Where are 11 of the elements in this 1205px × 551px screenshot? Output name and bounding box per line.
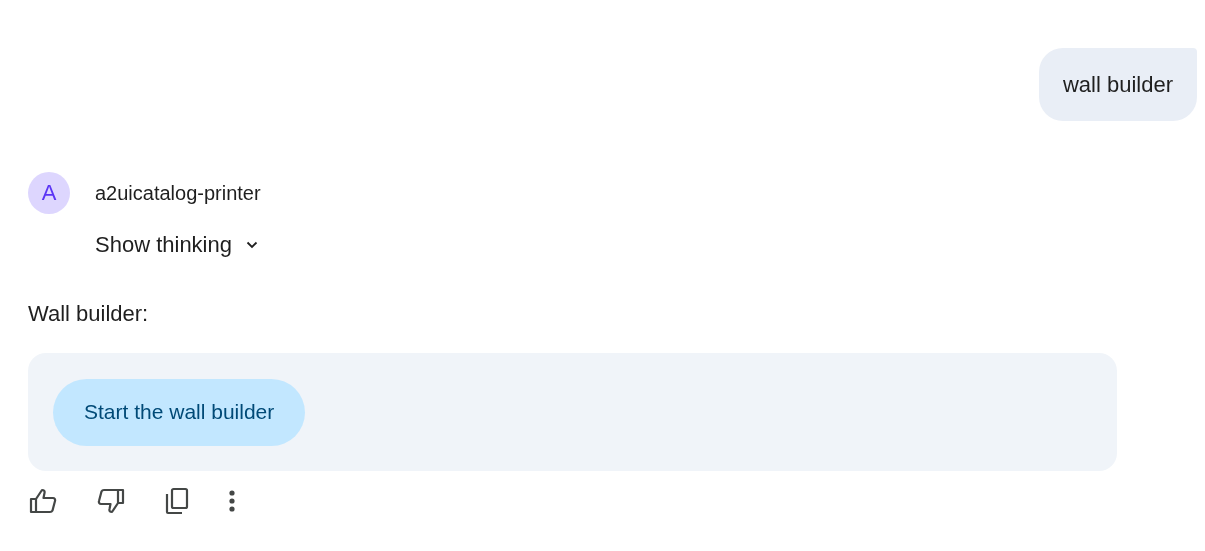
show-thinking-toggle[interactable]: Show thinking <box>95 228 258 262</box>
copy-icon[interactable] <box>165 487 189 515</box>
start-button[interactable]: Start the wall builder <box>53 378 306 446</box>
response-text: Wall builder: <box>28 301 150 327</box>
chevron-icon <box>246 241 258 249</box>
thumbs-down-icon[interactable] <box>97 488 125 514</box>
avatar: A <box>28 172 70 214</box>
more-options-icon[interactable] <box>229 490 235 512</box>
thumbs-up-icon[interactable] <box>29 488 57 514</box>
user-message: wall builder <box>1038 48 1197 121</box>
agent-name: a2uicatalog-printer <box>95 181 261 205</box>
